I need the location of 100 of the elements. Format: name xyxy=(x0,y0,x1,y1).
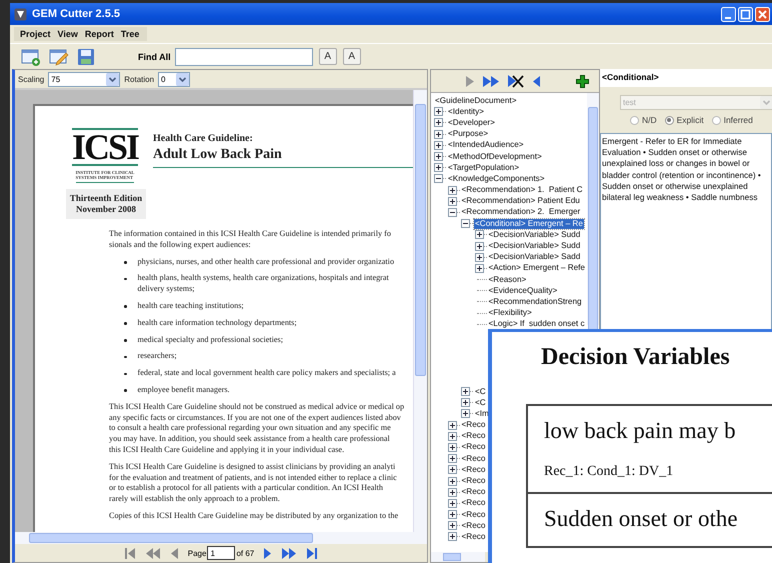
tree-node[interactable]: <Logic> If sudden onset c xyxy=(488,319,586,330)
tree-node[interactable]: <DecisionVariable> Sudd xyxy=(488,230,582,240)
tree-node[interactable]: <C xyxy=(474,398,487,408)
expand-icon[interactable] xyxy=(461,398,470,408)
rotation-dropdown[interactable]: 0 xyxy=(158,72,190,86)
tree-node[interactable]: <C xyxy=(474,386,487,397)
previous-page-icon[interactable] xyxy=(170,546,179,560)
collapse-icon[interactable] xyxy=(461,219,470,228)
new-document-icon[interactable] xyxy=(21,48,41,66)
fast-forward-icon[interactable] xyxy=(281,546,298,560)
tree-node[interactable]: <Reco xyxy=(460,442,486,452)
tree-node[interactable]: <GuidelineDocument> xyxy=(434,96,518,106)
expand-icon[interactable] xyxy=(448,510,456,520)
expand-icon[interactable] xyxy=(448,454,456,464)
expand-icon[interactable] xyxy=(434,118,443,128)
collapse-icon[interactable] xyxy=(434,174,443,184)
tree-node[interactable]: <KnowledgeComponents> xyxy=(447,174,546,184)
decrease-font-button[interactable]: A xyxy=(342,48,361,65)
expand-icon[interactable] xyxy=(448,420,456,430)
expand-icon[interactable] xyxy=(474,242,484,251)
tree-node[interactable]: <Flexibility> xyxy=(488,308,533,318)
tree-node[interactable]: <Reco xyxy=(460,487,486,498)
collapse-icon[interactable] xyxy=(448,208,456,217)
tree-node[interactable]: <MethodOfDevelopment> xyxy=(447,152,543,162)
back-arrow-icon[interactable] xyxy=(532,74,541,88)
bullet-icon xyxy=(124,322,126,325)
tree-node[interactable]: <Reco xyxy=(460,532,486,542)
tree-node[interactable]: <DecisionVariable> Sudd xyxy=(488,241,582,252)
expand-icon[interactable] xyxy=(434,130,443,139)
expand-icon[interactable] xyxy=(434,152,443,162)
increase-font-button[interactable]: A xyxy=(318,48,337,65)
tree-node[interactable]: <Recommendation> 1. Patient C xyxy=(460,185,584,196)
expand-icon[interactable] xyxy=(474,252,484,262)
tree-node[interactable]: <Conditional> Emergent – Re xyxy=(474,218,584,229)
minimize-button[interactable] xyxy=(721,6,736,22)
tree-node[interactable]: <TargetPopulation> xyxy=(447,162,520,173)
expand-icon[interactable] xyxy=(434,163,443,172)
page-field[interactable]: 1 xyxy=(207,546,236,560)
tree-node[interactable]: <Reco xyxy=(460,476,486,486)
edit-document-icon[interactable] xyxy=(49,48,69,66)
expand-icon[interactable] xyxy=(448,521,456,530)
tree-node[interactable]: <Reco xyxy=(460,464,486,475)
paragraph-text: Copies of this ICSI Health Care Guideline may be distributed by any organization to the xyxy=(109,510,400,522)
scaling-label: Scaling xyxy=(18,74,44,84)
first-page-icon[interactable] xyxy=(124,546,136,560)
expand-icon[interactable] xyxy=(474,264,484,273)
menu-item[interactable]: View xyxy=(58,29,78,39)
list-item-text: federal, state and local government health care policy makers and specialists; a xyxy=(138,368,396,379)
vertical-scrollbar[interactable] xyxy=(413,90,427,532)
fast-backward-icon[interactable] xyxy=(144,546,161,560)
find-field[interactable] xyxy=(174,48,313,66)
expand-icon[interactable] xyxy=(448,476,456,486)
menu-item[interactable]: Report xyxy=(84,29,114,39)
tree-node[interactable]: <Reco xyxy=(460,510,486,520)
tree-node[interactable]: <Recommendation> 2. Emerger xyxy=(460,207,582,218)
tree-node[interactable]: <RecommendationStreng xyxy=(488,296,583,307)
expand-icon[interactable] xyxy=(434,107,443,116)
expand-icon[interactable] xyxy=(448,186,456,195)
add-icon[interactable] xyxy=(576,74,589,88)
expand-icon[interactable] xyxy=(448,465,456,474)
next-page-icon[interactable] xyxy=(263,546,272,560)
last-page-icon[interactable] xyxy=(306,546,318,560)
expand-icon[interactable] xyxy=(461,409,470,418)
tree-node[interactable]: <Action> Emergent – Refe xyxy=(488,263,586,274)
expand-icon[interactable] xyxy=(474,230,484,240)
arrow-cross-icon[interactable] xyxy=(507,74,525,88)
tree-node[interactable]: <Identity> xyxy=(447,106,485,117)
menu-item[interactable]: Project xyxy=(20,29,51,39)
tree-node[interactable]: <Reco xyxy=(460,431,486,442)
radio-option[interactable]: Inferred xyxy=(712,115,753,125)
expand-icon[interactable] xyxy=(448,196,456,206)
expand-icon[interactable] xyxy=(448,532,456,542)
expand-icon[interactable] xyxy=(448,498,456,508)
double-arrow-icon[interactable] xyxy=(482,74,500,88)
tree-node[interactable]: <Reco xyxy=(460,454,486,464)
horizontal-scrollbar[interactable] xyxy=(431,552,485,562)
tree-node[interactable]: <Purpose> xyxy=(447,129,490,140)
tree-node[interactable]: <Developer> xyxy=(447,118,496,128)
tree-node[interactable]: <Recommendation> Patient Edu xyxy=(460,196,581,206)
tree-node[interactable]: <IntendedAudience> xyxy=(447,140,525,150)
maximize-button[interactable] xyxy=(738,6,753,22)
radio-option[interactable]: Explicit xyxy=(664,115,704,125)
tree-node[interactable]: <EvidenceQuality> xyxy=(488,286,558,296)
expand-icon[interactable] xyxy=(448,488,456,497)
expand-icon[interactable] xyxy=(434,140,443,150)
save-icon[interactable] xyxy=(77,48,95,66)
expand-icon[interactable] xyxy=(448,432,456,441)
tree-node[interactable]: <Reco xyxy=(460,520,486,531)
list-item-text: employee benefit managers. xyxy=(138,384,230,396)
radio-option[interactable]: N/D xyxy=(630,115,657,125)
close-button[interactable] xyxy=(755,6,770,22)
horizontal-scrollbar[interactable] xyxy=(15,532,427,544)
expand-icon[interactable] xyxy=(461,387,470,396)
expand-icon[interactable] xyxy=(448,442,456,452)
tree-node[interactable]: <Reco xyxy=(460,420,486,430)
tree-node[interactable]: <DecisionVariable> Sadd xyxy=(488,252,582,262)
tree-node[interactable]: <Reason> xyxy=(488,274,528,285)
scaling-dropdown[interactable]: 75 xyxy=(48,72,120,86)
menu-item[interactable]: Tree xyxy=(120,29,140,39)
tree-node[interactable]: <Reco xyxy=(460,498,486,508)
